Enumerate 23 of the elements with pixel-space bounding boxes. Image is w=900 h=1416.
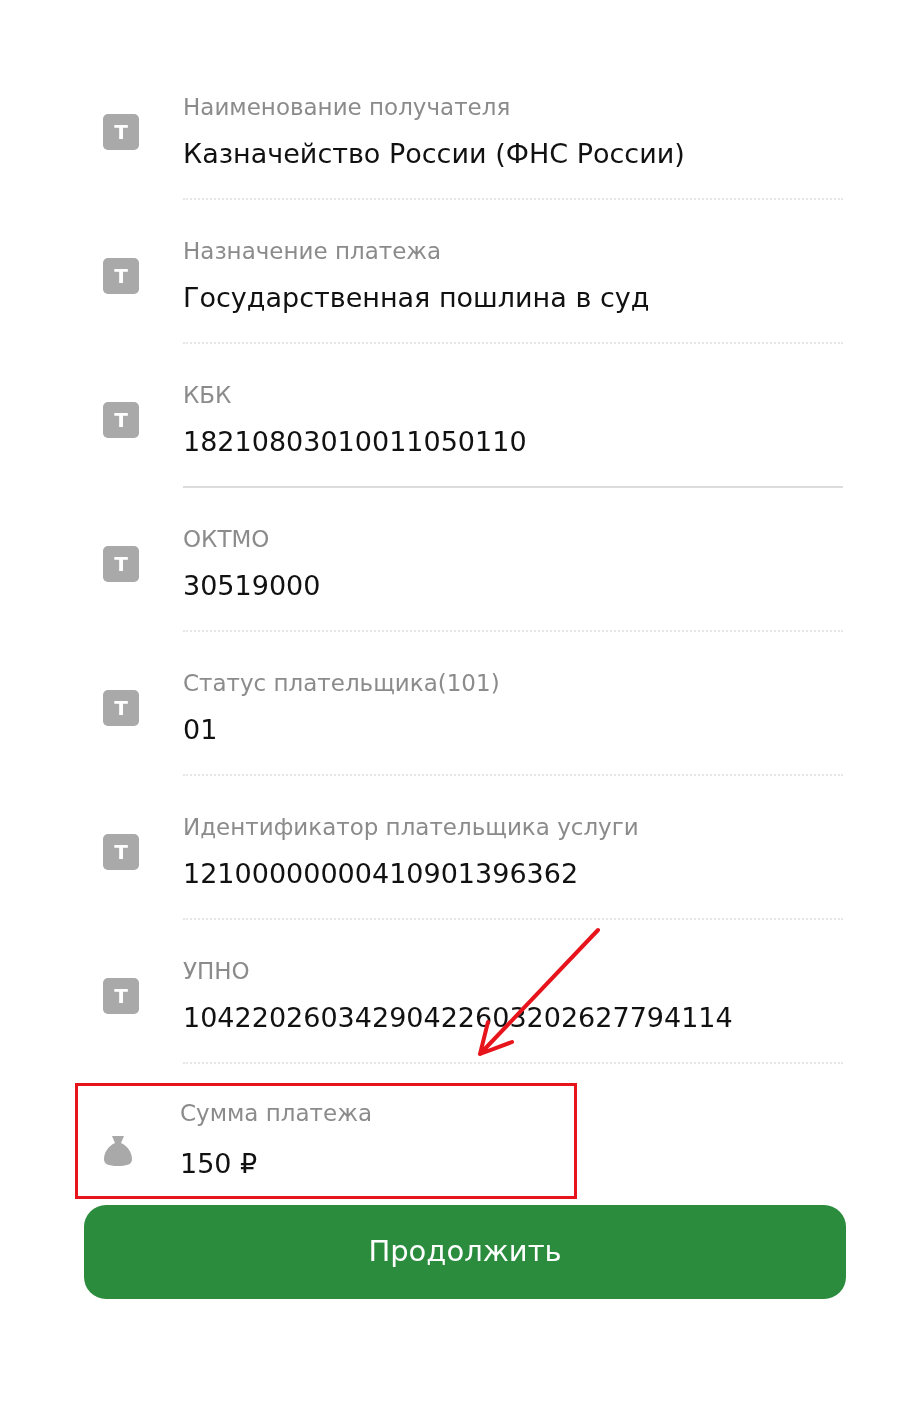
field-value: 150 ₽ [180,1147,259,1181]
text-field-icon: Т [103,978,139,1014]
field-label: Назначение платежа [183,237,443,266]
text-field-icon: Т [103,402,139,438]
field-label: ОКТМО [183,525,271,554]
text-field-icon: Т [103,834,139,870]
field-value: Государственная пошлина в суд [183,281,651,315]
field-value: 01 [183,713,219,747]
field-value: Казначейство России (ФНС России) [183,137,686,171]
text-field-icon: Т [103,690,139,726]
field-label: КБК [183,381,233,410]
text-field-icon: Т [103,546,139,582]
field-label: Наименование получателя [183,93,512,122]
text-field-icon: Т [103,258,139,294]
field-label: Идентификатор плательщика услуги [183,813,640,842]
field-value: 18210803010011050110 [183,425,528,459]
field-label: Сумма платежа [180,1099,373,1128]
text-field-icon: Т [103,114,139,150]
field-label: УПНО [183,957,251,986]
field-label: Статус плательщика(101) [183,669,501,698]
field-value: 12100000000410901396362 [183,857,580,891]
field-value: 30519000 [183,569,322,603]
continue-button[interactable]: Продолжить [84,1205,846,1299]
